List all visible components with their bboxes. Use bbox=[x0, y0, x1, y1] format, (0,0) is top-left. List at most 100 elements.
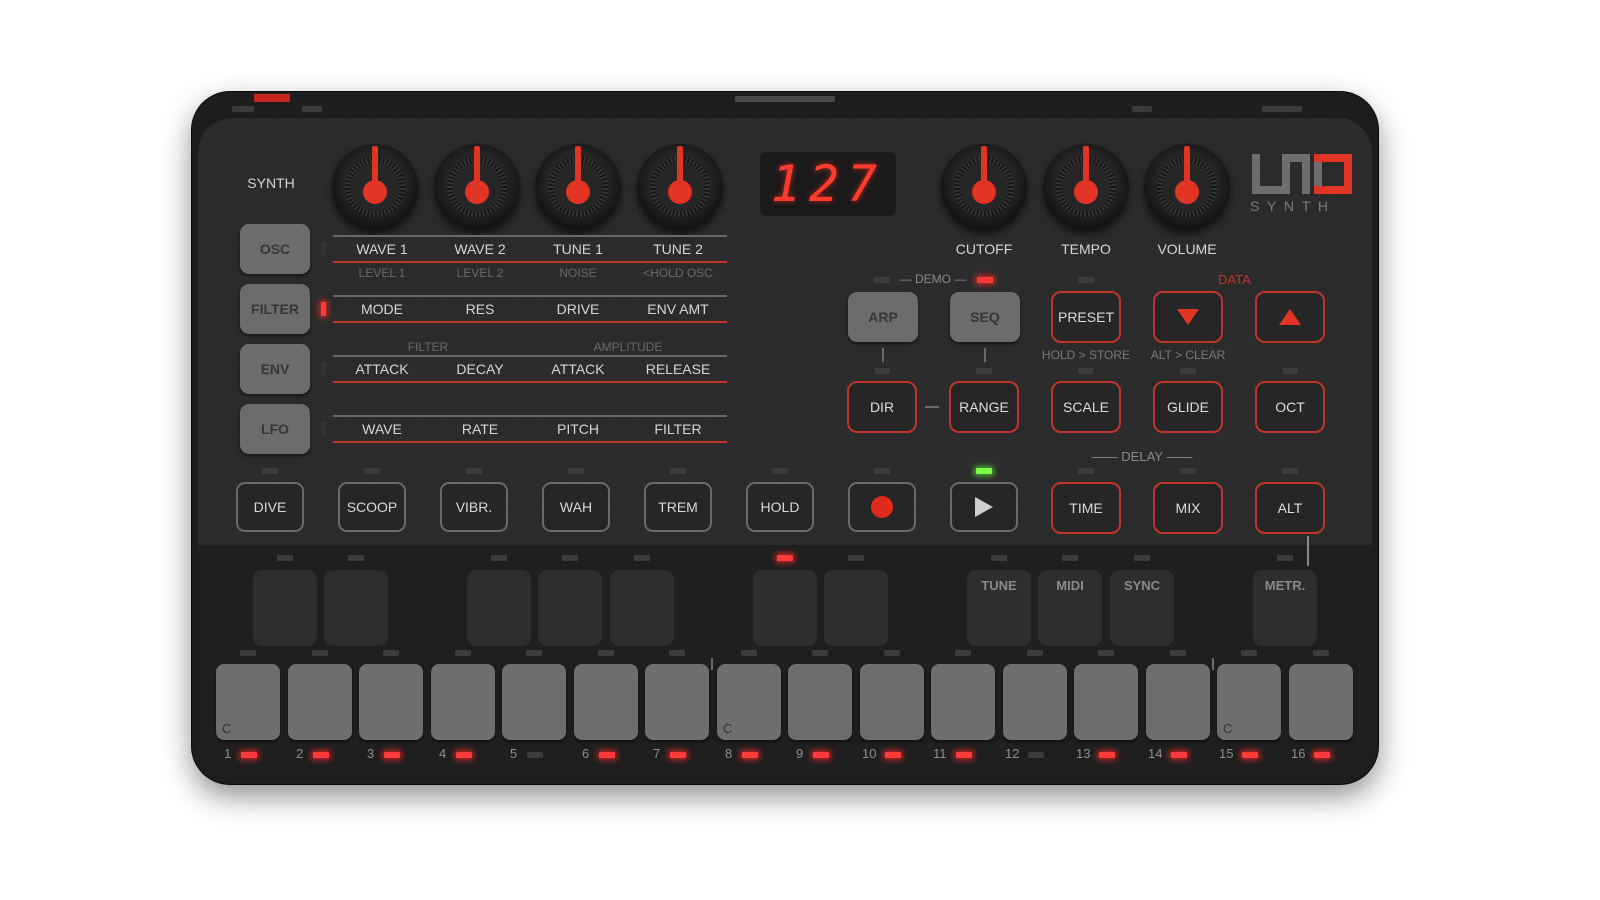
upper-pad-led bbox=[277, 555, 293, 561]
step-number: 2 bbox=[296, 746, 304, 761]
tune-pad-led bbox=[991, 555, 1007, 561]
scoop-button[interactable]: SCOOP bbox=[338, 482, 406, 532]
lfo-led bbox=[321, 422, 326, 436]
dir-button[interactable]: DIR bbox=[847, 381, 917, 433]
hold-store-label: HOLD > STORE bbox=[1041, 348, 1131, 362]
alt-button[interactable]: ALT bbox=[1255, 482, 1325, 534]
step-key-top-led bbox=[1098, 650, 1114, 656]
env-button[interactable]: ENV bbox=[240, 344, 310, 394]
tune-pad[interactable]: TUNE bbox=[967, 570, 1031, 646]
filter-button[interactable]: FILTER bbox=[240, 284, 310, 334]
step-key[interactable] bbox=[931, 664, 995, 740]
step-key[interactable]: C bbox=[1217, 664, 1281, 740]
knob-cutoff[interactable] bbox=[941, 144, 1027, 230]
sub-level2: LEVEL 2 bbox=[456, 266, 504, 280]
time-led bbox=[1078, 468, 1094, 474]
knob-tempo[interactable] bbox=[1043, 144, 1129, 230]
record-button[interactable] bbox=[848, 482, 916, 532]
knob-tune1[interactable] bbox=[535, 144, 621, 230]
black-key-pad[interactable] bbox=[824, 570, 888, 646]
black-key-pad[interactable] bbox=[538, 570, 602, 646]
step-key[interactable] bbox=[502, 664, 566, 740]
osc-row-top-line bbox=[333, 235, 727, 237]
filter-row-bottom-line bbox=[333, 321, 727, 323]
data-up-button[interactable] bbox=[1255, 291, 1325, 343]
dir-led bbox=[874, 368, 890, 374]
step-key-top-led bbox=[812, 650, 828, 656]
arp-dir-connector bbox=[882, 348, 884, 362]
black-key-pad[interactable] bbox=[753, 570, 817, 646]
step-number: 15 bbox=[1219, 746, 1234, 761]
lfo-button[interactable]: LFO bbox=[240, 404, 310, 454]
step-key[interactable] bbox=[574, 664, 638, 740]
step-led bbox=[1171, 752, 1187, 758]
step-key-top-led bbox=[240, 650, 256, 656]
param-wave2: WAVE 2 bbox=[454, 241, 506, 257]
play-led bbox=[976, 468, 992, 474]
black-key-pad[interactable] bbox=[610, 570, 674, 646]
step-key[interactable] bbox=[359, 664, 423, 740]
env-row-top-line bbox=[333, 355, 727, 357]
step-number: 10 bbox=[862, 746, 877, 761]
step-key[interactable] bbox=[645, 664, 709, 740]
step-key[interactable] bbox=[1146, 664, 1210, 740]
dive-button[interactable]: DIVE bbox=[236, 482, 304, 532]
delay-time-button[interactable]: TIME bbox=[1051, 482, 1121, 534]
black-key-pad[interactable] bbox=[467, 570, 531, 646]
black-key-pad[interactable] bbox=[324, 570, 388, 646]
delay-mix-button[interactable]: MIX bbox=[1153, 482, 1223, 534]
black-key-pad[interactable] bbox=[253, 570, 317, 646]
sync-pad[interactable]: SYNC bbox=[1110, 570, 1174, 646]
uno-logo bbox=[1252, 154, 1352, 194]
step-key[interactable] bbox=[288, 664, 352, 740]
lfo-row-bottom-line bbox=[333, 441, 727, 443]
knob-wave2[interactable] bbox=[434, 144, 520, 230]
sub-hold-osc: <HOLD OSC bbox=[643, 266, 713, 280]
step-key-top-led bbox=[526, 650, 542, 656]
step-key[interactable] bbox=[1074, 664, 1138, 740]
knob-wave1[interactable] bbox=[332, 144, 418, 230]
preset-button[interactable]: PRESET bbox=[1051, 291, 1121, 343]
glide-button[interactable]: GLIDE bbox=[1153, 381, 1223, 433]
env-amplitude-header: AMPLITUDE bbox=[593, 340, 663, 354]
range-button[interactable]: RANGE bbox=[949, 381, 1019, 433]
seq-button[interactable]: SEQ bbox=[950, 292, 1020, 342]
step-led bbox=[742, 752, 758, 758]
top-port bbox=[1132, 106, 1152, 112]
hold-button[interactable]: HOLD bbox=[746, 482, 814, 532]
upper-pad-led bbox=[562, 555, 578, 561]
uno-logo-icon bbox=[1252, 154, 1352, 194]
step-number: 5 bbox=[510, 746, 518, 761]
step-key[interactable] bbox=[788, 664, 852, 740]
step-key[interactable]: C bbox=[216, 664, 280, 740]
step-key[interactable] bbox=[1289, 664, 1353, 740]
play-button[interactable] bbox=[950, 482, 1018, 532]
triangle-down-icon bbox=[1177, 309, 1199, 325]
oct-button[interactable]: OCT bbox=[1255, 381, 1325, 433]
data-down-button[interactable] bbox=[1153, 291, 1223, 343]
knob-volume[interactable] bbox=[1144, 144, 1230, 230]
wah-button[interactable]: WAH bbox=[542, 482, 610, 532]
step-key[interactable]: C bbox=[717, 664, 781, 740]
arp-button[interactable]: ARP bbox=[848, 292, 918, 342]
step-key[interactable] bbox=[431, 664, 495, 740]
trem-led bbox=[670, 468, 686, 474]
env-filter-header: FILTER bbox=[407, 340, 449, 354]
midi-pad[interactable]: MIDI bbox=[1038, 570, 1102, 646]
param-mode: MODE bbox=[361, 301, 403, 317]
top-switch[interactable] bbox=[1262, 106, 1302, 112]
step-number: 3 bbox=[367, 746, 375, 761]
vibr-button[interactable]: VIBR. bbox=[440, 482, 508, 532]
step-number: 4 bbox=[439, 746, 447, 761]
metr-pad[interactable]: METR. bbox=[1253, 570, 1317, 646]
hold-led bbox=[772, 468, 788, 474]
octave-divider bbox=[1212, 658, 1214, 670]
step-key[interactable] bbox=[860, 664, 924, 740]
step-key-note: C bbox=[222, 721, 232, 736]
trem-button[interactable]: TREM bbox=[644, 482, 712, 532]
osc-button[interactable]: OSC bbox=[240, 224, 310, 274]
alt-led bbox=[1282, 468, 1298, 474]
scale-button[interactable]: SCALE bbox=[1051, 381, 1121, 433]
knob-tune2[interactable] bbox=[637, 144, 723, 230]
step-key[interactable] bbox=[1003, 664, 1067, 740]
